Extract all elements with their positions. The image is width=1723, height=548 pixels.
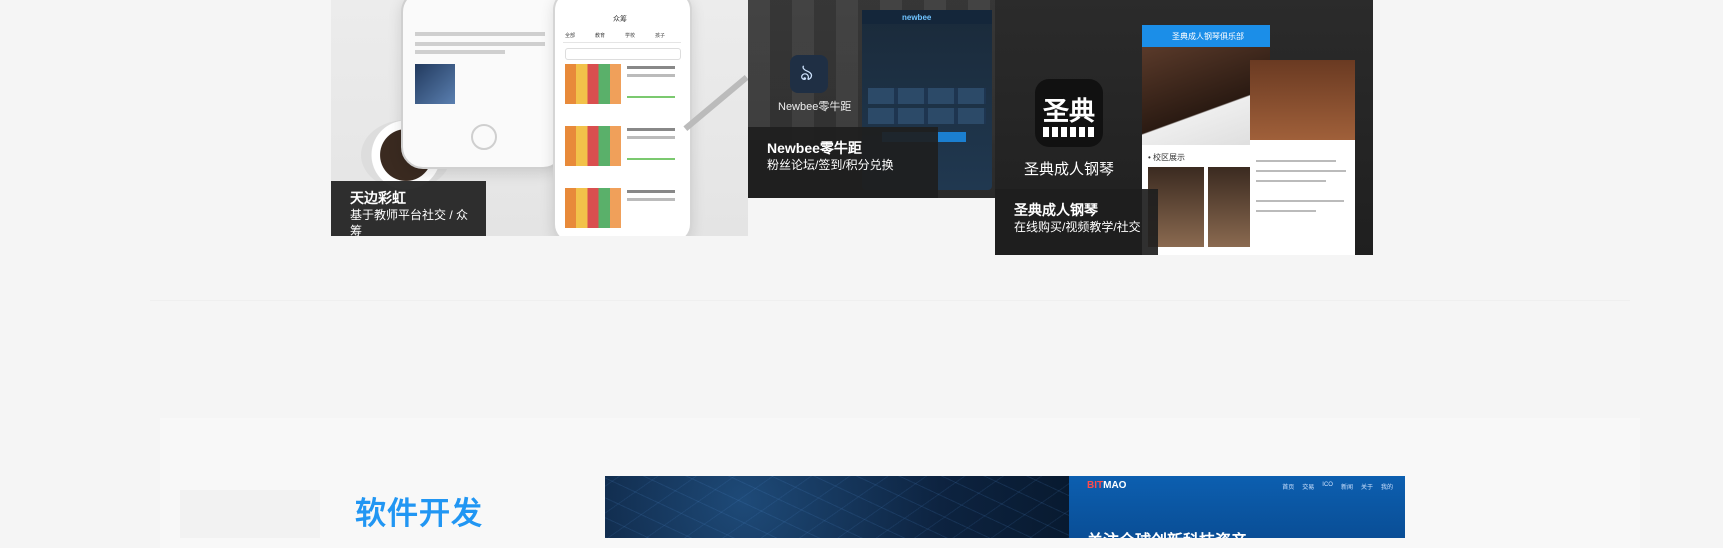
kids-photo bbox=[565, 64, 621, 104]
pen-image bbox=[683, 74, 748, 132]
piano-keys-icon bbox=[1043, 127, 1095, 137]
thumbnail-image bbox=[415, 64, 455, 104]
home-button-icon bbox=[471, 124, 497, 150]
nav-item: 交易 bbox=[1302, 485, 1315, 491]
phone-mockup-right: 众筹 全部 教育 学校 孩子 bbox=[553, 0, 692, 236]
tile-title: 天边彩虹 bbox=[350, 190, 406, 206]
grid-row bbox=[868, 88, 986, 104]
search-input bbox=[565, 48, 681, 60]
tile-caption: Newbee零牛距 粉丝论坛/签到/积分兑换 bbox=[748, 127, 938, 198]
tile-caption: 天边彩虹 基于教师平台社交 / 众筹 bbox=[331, 181, 486, 236]
nav-item: 首页 bbox=[1282, 485, 1295, 491]
network-pattern bbox=[605, 476, 1069, 538]
newbee-app-icon: ঌ bbox=[790, 55, 828, 93]
text-line bbox=[1256, 180, 1326, 182]
bitmao-logo: BITMAO bbox=[1087, 480, 1126, 491]
nav-item: ICO bbox=[1322, 482, 1333, 488]
phone-tab: 孩子 bbox=[655, 33, 666, 39]
tile-subtitle: 基于教师平台社交 / 众筹 bbox=[350, 208, 469, 236]
portfolio-tile-shengdian[interactable]: 圣典 圣典成人钢琴 圣典成人钢琴俱乐部 • 校区展示 圣典成人钢琴 在线购买/视… bbox=[995, 0, 1373, 255]
grid-row bbox=[868, 108, 986, 124]
text-line bbox=[415, 32, 545, 36]
text-line bbox=[1256, 160, 1336, 162]
list-item bbox=[565, 64, 679, 116]
phone-header: 众筹 bbox=[563, 14, 681, 26]
text-line bbox=[1256, 210, 1316, 212]
app-name: Newbee零牛距 bbox=[778, 101, 852, 113]
tile-title: Newbee零牛距 bbox=[767, 140, 862, 156]
list-item bbox=[565, 126, 679, 178]
portfolio-tile-newbee[interactable]: ঌ Newbee零牛距 newbee Newbee零牛距 粉丝论坛/签到/积分兑… bbox=[748, 0, 995, 198]
nav-item: 新闻 bbox=[1340, 485, 1353, 491]
phone-tab: 学校 bbox=[625, 33, 636, 39]
phone-header-title: 圣典成人钢琴俱乐部 bbox=[1172, 32, 1244, 41]
phone-tabs: 全部 教育 学校 孩子 bbox=[563, 32, 681, 43]
phone-section-label: • 校区展示 bbox=[1148, 153, 1186, 162]
site-nav: 首页 交易 ICO 新闻 关于 我的 bbox=[1282, 482, 1393, 491]
network-banner-image[interactable] bbox=[605, 476, 1069, 538]
section-divider bbox=[150, 300, 1630, 301]
text-line bbox=[415, 50, 505, 54]
logo-rest: MAO bbox=[1103, 480, 1127, 491]
phone-tab: 教育 bbox=[595, 33, 606, 39]
portfolio-tile-tianbian[interactable]: 众筹 全部 教育 学校 孩子 天边彩虹 基于教师平台社交 / 众筹 bbox=[331, 0, 748, 236]
list-item bbox=[565, 188, 679, 236]
app-name: 圣典成人钢琴 bbox=[1024, 161, 1115, 178]
tile-caption: 圣典成人钢琴 在线购买/视频教学/社交 bbox=[995, 189, 1158, 255]
phone-logo: newbee bbox=[902, 13, 932, 22]
section-title-bg bbox=[180, 490, 320, 538]
phone-mockup-right bbox=[1250, 60, 1355, 255]
site-headline: 关注全球创新科技资产 bbox=[1087, 527, 1247, 538]
section-title: 软件开发 bbox=[355, 496, 483, 531]
text-line bbox=[415, 42, 545, 46]
tile-title: 圣典成人钢琴 bbox=[1014, 202, 1098, 218]
kids-photo bbox=[565, 188, 621, 228]
kids-photo bbox=[565, 126, 621, 166]
phone-mockup-left bbox=[401, 0, 565, 169]
app-icon-text: 圣典 bbox=[1043, 96, 1096, 126]
text-line bbox=[1256, 200, 1344, 202]
shengdian-app-icon: 圣典 bbox=[1035, 79, 1103, 147]
bitmao-website-preview[interactable]: BITMAO 首页 交易 ICO 新闻 关于 我的 关注全球创新科技资产 bbox=[1069, 476, 1405, 538]
tile-subtitle: 粉丝论坛/签到/积分兑换 bbox=[767, 158, 894, 172]
tile-subtitle: 在线购买/视频教学/社交 bbox=[1014, 220, 1141, 234]
phone-tab: 全部 bbox=[565, 33, 576, 39]
nav-item: 关于 bbox=[1360, 485, 1373, 491]
text-line bbox=[1256, 170, 1346, 172]
phone-header-title: 众筹 bbox=[613, 16, 627, 23]
nav-item: 我的 bbox=[1380, 485, 1393, 491]
logo-accent: BIT bbox=[1087, 480, 1104, 491]
phone-header: 圣典成人钢琴俱乐部 bbox=[1142, 25, 1270, 47]
store-photo bbox=[1250, 60, 1355, 140]
